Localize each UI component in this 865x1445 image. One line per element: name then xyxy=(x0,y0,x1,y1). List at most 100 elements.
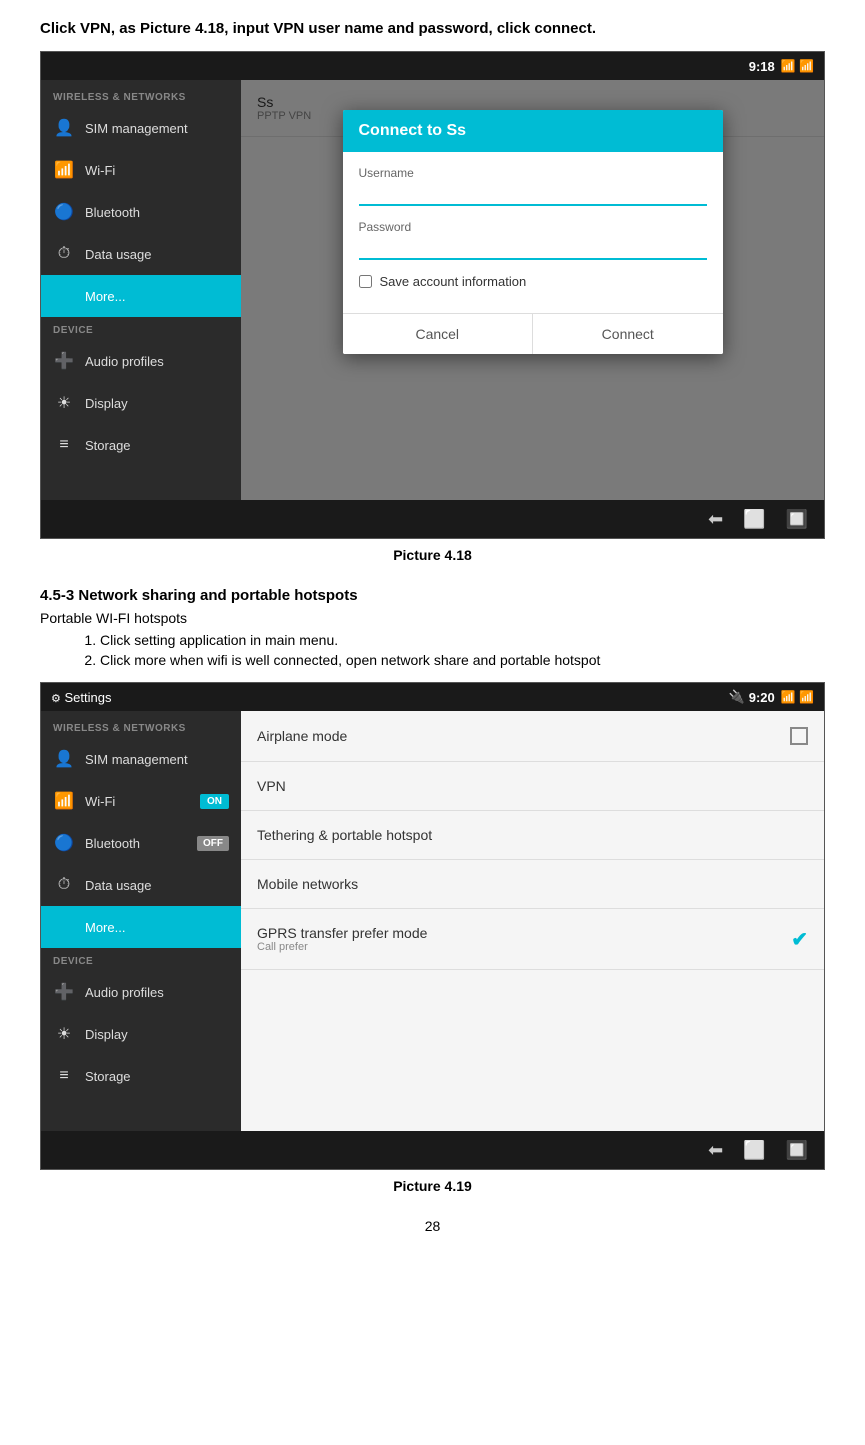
settings-body-418: WIRELESS & NETWORKS 👤 SIM management 📶 W… xyxy=(41,80,824,500)
sim-icon-419: 👤 xyxy=(53,748,75,770)
tethering-label: Tethering & portable hotspot xyxy=(257,827,432,843)
status-time-419: 9:20 xyxy=(749,690,775,705)
cancel-button-418[interactable]: Cancel xyxy=(343,314,534,354)
section-sub: Portable WI-FI hotspots xyxy=(40,610,825,626)
sidebar-label-audio-419: Audio profiles xyxy=(85,985,164,1000)
section-device-419: DEVICE xyxy=(41,948,241,971)
wifi-icon-418: 📶 xyxy=(53,159,75,181)
sidebar-item-bluetooth-418[interactable]: 🔵 Bluetooth xyxy=(41,191,241,233)
sidebar-419: WIRELESS & NETWORKS 👤 SIM management 📶 W… xyxy=(41,711,241,1131)
bluetooth-icon-419: 🔵 xyxy=(53,832,75,854)
sidebar-item-wifi-418[interactable]: 📶 Wi-Fi xyxy=(41,149,241,191)
sidebar-label-display-418: Display xyxy=(85,396,128,411)
sidebar-item-data-418[interactable]: ⏱ Data usage xyxy=(41,233,241,275)
username-label-418: Username xyxy=(359,166,707,180)
sidebar-item-audio-419[interactable]: ➕ Audio profiles xyxy=(41,971,241,1013)
airplane-mode-item[interactable]: Airplane mode xyxy=(241,711,824,762)
dialog-buttons-418: Cancel Connect xyxy=(343,313,723,354)
home-icon-419[interactable]: ⬜ xyxy=(743,1140,765,1161)
sidebar-item-data-419[interactable]: ⏱ Data usage xyxy=(41,864,241,906)
app-title-419: ⚙ Settings xyxy=(51,690,111,705)
sidebar-item-more-419[interactable]: More... xyxy=(41,906,241,948)
nav-bar-419: ⬅ ⬜ 🔲 xyxy=(41,1131,824,1169)
sidebar-label-bluetooth-418: Bluetooth xyxy=(85,205,140,220)
back-icon-418[interactable]: ⬅ xyxy=(708,509,723,530)
sidebar-item-sim-419[interactable]: 👤 SIM management xyxy=(41,738,241,780)
audio-icon-418: ➕ xyxy=(53,350,75,372)
sidebar-label-sim-418: SIM management xyxy=(85,121,188,136)
sidebar-label-storage-418: Storage xyxy=(85,438,131,453)
section-wireless-418: WIRELESS & NETWORKS xyxy=(41,84,241,107)
save-account-row-418[interactable]: Save account information xyxy=(359,274,707,289)
status-bar-418: 9:18 📶 📶 xyxy=(41,52,824,80)
password-label-418: Password xyxy=(359,220,707,234)
screenshot-419: ⚙ Settings 🔌 9:20 📶 📶 WIRELESS & NETWORK… xyxy=(40,682,825,1170)
gprs-label: GPRS transfer prefer mode xyxy=(257,925,427,941)
dialog-overlay-418: Connect to Ss Username Password Save acc… xyxy=(241,80,824,500)
username-input-418[interactable] xyxy=(359,184,707,206)
usb-icon-419: 🔌 xyxy=(729,689,745,705)
more-icon-418 xyxy=(53,285,75,307)
bluetooth-toggle-419[interactable]: OFF xyxy=(197,836,229,851)
sidebar-label-wifi-419: Wi-Fi xyxy=(85,794,115,809)
back-icon-419[interactable]: ⬅ xyxy=(708,1140,723,1161)
gprs-item[interactable]: GPRS transfer prefer mode Call prefer ✔ xyxy=(241,909,824,970)
dialog-title-418: Connect to Ss xyxy=(343,110,723,152)
vpn-label-419: VPN xyxy=(257,778,286,794)
vpn-item-419[interactable]: VPN xyxy=(241,762,824,811)
recents-icon-419[interactable]: 🔲 xyxy=(786,1140,808,1161)
data-icon-418: ⏱ xyxy=(53,243,75,265)
sidebar-item-storage-418[interactable]: ≡ Storage xyxy=(41,424,241,466)
sidebar-418: WIRELESS & NETWORKS 👤 SIM management 📶 W… xyxy=(41,80,241,500)
gprs-checkmark: ✔ xyxy=(791,927,808,952)
nav-bar-418: ⬅ ⬜ 🔲 xyxy=(41,500,824,538)
wifi-icon-419: 📶 xyxy=(53,790,75,812)
right-panel-418: Ss PPTP VPN Connect to Ss Username Passw… xyxy=(241,80,824,500)
audio-icon-419: ➕ xyxy=(53,981,75,1003)
sidebar-item-display-418[interactable]: ☀ Display xyxy=(41,382,241,424)
sidebar-item-display-419[interactable]: ☀ Display xyxy=(41,1013,241,1055)
step-2: Click more when wifi is well connected, … xyxy=(100,652,825,668)
wifi-toggle-419[interactable]: ON xyxy=(200,794,229,809)
password-input-418[interactable] xyxy=(359,238,707,260)
sidebar-item-more-418[interactable]: More... xyxy=(41,275,241,317)
sidebar-item-storage-419[interactable]: ≡ Storage xyxy=(41,1055,241,1097)
mobile-networks-item[interactable]: Mobile networks xyxy=(241,860,824,909)
vpn-dialog-418: Connect to Ss Username Password Save acc… xyxy=(343,110,723,354)
connect-button-418[interactable]: Connect xyxy=(533,314,723,354)
storage-icon-419: ≡ xyxy=(53,1065,75,1087)
intro-text: Click VPN, as Picture 4.18, input VPN us… xyxy=(40,20,825,37)
status-icons-418: 📶 📶 xyxy=(781,59,814,73)
status-icons-419: 📶 📶 xyxy=(781,690,814,704)
sim-icon-418: 👤 xyxy=(53,117,75,139)
save-account-checkbox-418[interactable] xyxy=(359,275,372,288)
step-1: Click setting application in main menu. xyxy=(100,632,825,648)
sidebar-item-bluetooth-419[interactable]: 🔵 Bluetooth OFF xyxy=(41,822,241,864)
airplane-mode-checkbox[interactable] xyxy=(790,727,808,745)
sidebar-label-data-419: Data usage xyxy=(85,878,152,893)
sidebar-item-audio-418[interactable]: ➕ Audio profiles xyxy=(41,340,241,382)
display-icon-419: ☀ xyxy=(53,1023,75,1045)
sidebar-item-sim-418[interactable]: 👤 SIM management xyxy=(41,107,241,149)
screenshot-418: 9:18 📶 📶 WIRELESS & NETWORKS 👤 SIM manag… xyxy=(40,51,825,539)
recents-icon-418[interactable]: 🔲 xyxy=(786,509,808,530)
home-icon-418[interactable]: ⬜ xyxy=(743,509,765,530)
sidebar-item-wifi-419[interactable]: 📶 Wi-Fi ON xyxy=(41,780,241,822)
more-icon-419 xyxy=(53,916,75,938)
section-wireless-419: WIRELESS & NETWORKS xyxy=(41,715,241,738)
sidebar-label-audio-418: Audio profiles xyxy=(85,354,164,369)
right-panel-419: Airplane mode VPN Tethering & portable h… xyxy=(241,711,824,1131)
caption-418: Picture 4.18 xyxy=(40,547,825,563)
sidebar-label-data-418: Data usage xyxy=(85,247,152,262)
mobile-networks-label: Mobile networks xyxy=(257,876,358,892)
sidebar-label-more-419: More... xyxy=(85,920,125,935)
settings-body-419: WIRELESS & NETWORKS 👤 SIM management 📶 W… xyxy=(41,711,824,1131)
status-bar-419: ⚙ Settings 🔌 9:20 📶 📶 xyxy=(41,683,824,711)
page-number: 28 xyxy=(40,1218,825,1234)
gprs-sublabel: Call prefer xyxy=(257,941,427,953)
sidebar-label-wifi-418: Wi-Fi xyxy=(85,163,115,178)
section-heading: 4.5-3 Network sharing and portable hotsp… xyxy=(40,587,825,604)
tethering-item[interactable]: Tethering & portable hotspot xyxy=(241,811,824,860)
display-icon-418: ☀ xyxy=(53,392,75,414)
storage-icon-418: ≡ xyxy=(53,434,75,456)
